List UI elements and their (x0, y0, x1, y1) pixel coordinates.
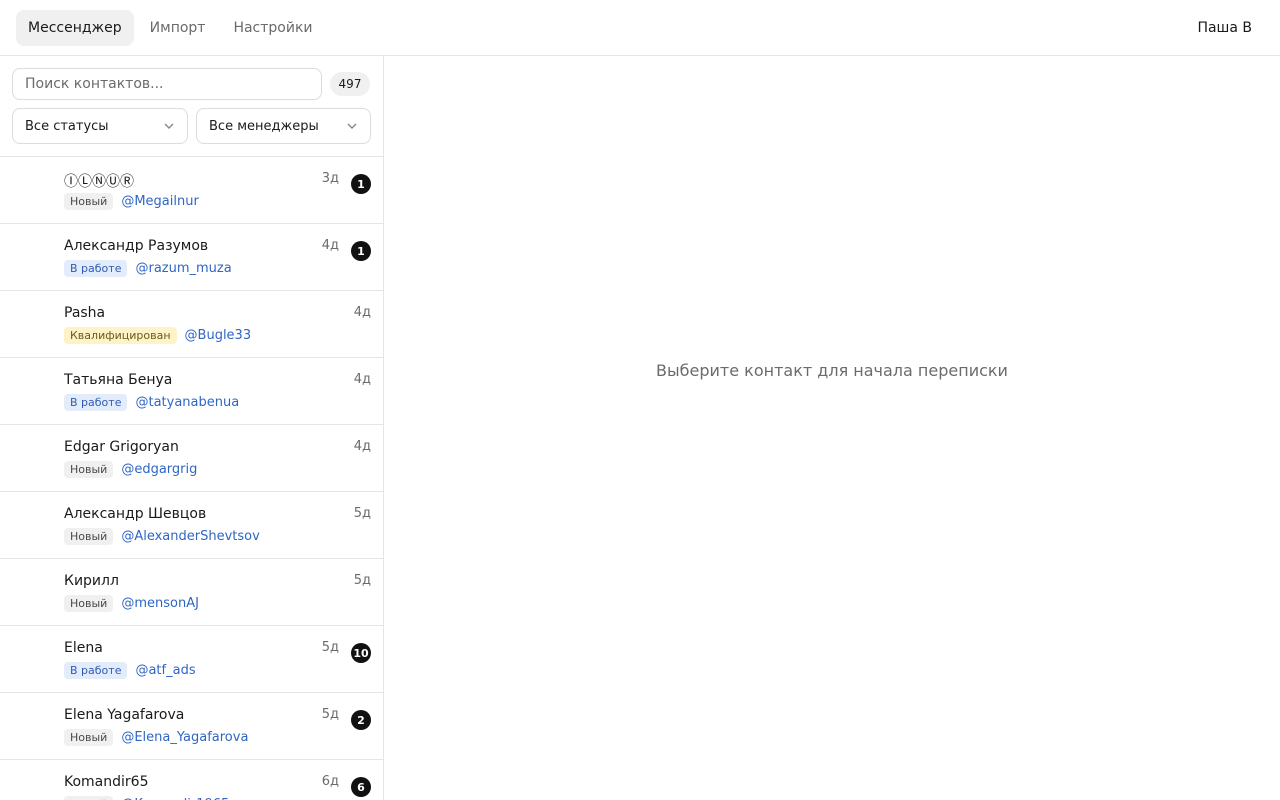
search-row: 497 (12, 68, 371, 100)
contact-meta: В работе @razum_muza (64, 260, 232, 277)
contact-row[interactable]: Elena Yagafarova Новый @Elena_Yagafarova 5д… (0, 693, 383, 760)
status-filter-select[interactable]: Все статусы (12, 108, 188, 144)
unread-count-badge: 2 (351, 710, 371, 730)
manager-filter-label: Все менеджеры (209, 118, 319, 134)
status-badge: Новый (64, 461, 114, 478)
contact-meta: Новый @mensonAJ (64, 595, 199, 612)
contact-meta: В работе @tatyanabenua (64, 394, 239, 411)
contact-row[interactable]: Кирилл Новый @mensonAJ 5д (0, 559, 383, 626)
contact-handle: @atf_ads (135, 663, 196, 678)
last-message-time: 3д (321, 171, 339, 186)
empty-state-text: Выберите контакт для начала переписки (656, 360, 1008, 380)
contact-handle: @Bugle33 (184, 328, 252, 343)
status-badge: Квалифицирован (64, 327, 177, 344)
status-badge: В работе (64, 260, 128, 277)
contact-name: ⒾⓁⓃⓊⓇ (64, 174, 134, 190)
contact-name: Elena (64, 640, 103, 656)
contact-list: ⒾⓁⓃⓊⓇ Новый @Megailnur 3д 1 Александр Разумов… (0, 157, 383, 800)
status-badge: В работе (64, 662, 128, 679)
status-badge: Новый (64, 796, 114, 800)
contact-meta: Новый @AlexanderShevtsov (64, 528, 260, 545)
manager-filter-select[interactable]: Все менеджеры (196, 108, 371, 144)
contact-name: Edgar Grigoryan (64, 439, 179, 455)
contact-row[interactable]: Татьяна Бенуа В работе @tatyanabenua 4д (0, 358, 383, 425)
last-message-time: 5д (321, 707, 339, 722)
contact-handle: @Elena_Yagafarova (121, 730, 249, 745)
contact-row[interactable]: Elena В работе @atf_ads 5д 10 (0, 626, 383, 693)
contact-handle: @razum_muza (135, 261, 232, 276)
chevron-down-icon (346, 120, 358, 132)
contact-meta: Новый @Elena_Yagafarova (64, 729, 248, 746)
unread-count-badge: 1 (351, 241, 371, 261)
contact-name: Komandir65 (64, 774, 149, 790)
chevron-down-icon (163, 120, 175, 132)
contact-name: Татьяна Бенуа (64, 372, 173, 388)
contact-name: Александр Шевцов (64, 506, 207, 522)
last-message-time: 5д (353, 573, 371, 588)
contact-handle: @Megailnur (121, 194, 199, 209)
contact-row[interactable]: Александр Шевцов Новый @AlexanderShevtsov 5… (0, 492, 383, 559)
last-message-time: 4д (353, 305, 371, 320)
search-input[interactable] (12, 68, 322, 100)
last-message-time: 5д (353, 506, 371, 521)
contact-name: Александр Разумов (64, 238, 209, 254)
contact-name: Кирилл (64, 573, 119, 589)
status-badge: Новый (64, 528, 114, 545)
contact-name: Elena Yagafarova (64, 707, 185, 723)
status-badge: Новый (64, 595, 114, 612)
contact-handle: @mensonAJ (121, 596, 199, 611)
tab-messenger[interactable]: Мессенджер (16, 9, 134, 46)
unread-count-badge: 10 (351, 643, 371, 663)
contact-row[interactable]: Edgar Grigoryan Новый @edgargrig 4д (0, 425, 383, 492)
contact-handle: @tatyanabenua (135, 395, 240, 410)
last-message-time: 4д (353, 439, 371, 454)
contact-meta: В работе @atf_ads (64, 662, 196, 679)
contact-meta: Новый@Komandir1965 (64, 796, 229, 800)
contact-meta: Новый @edgargrig (64, 461, 197, 478)
top-navigation: Мессенджер Импорт Настройки Паша В (0, 0, 1280, 56)
last-message-time: 6д (321, 774, 339, 789)
last-message-time: 4д (353, 372, 371, 387)
contact-row[interactable]: ⒾⓁⓃⓊⓇ Новый @Megailnur 3д 1 (0, 157, 383, 224)
tab-settings[interactable]: Настройки (221, 10, 324, 46)
contact-row[interactable]: Александр Разумов В работе @razum_muza 4д 1 (0, 224, 383, 291)
unread-count-badge: 1 (351, 174, 371, 194)
user-menu[interactable]: Паша В (1197, 20, 1252, 36)
contact-row[interactable]: Pasha Квалифицирован @Bugle33 4д (0, 291, 383, 358)
chat-area: Выберите контакт для начала переписки (384, 56, 1280, 800)
contact-meta: Новый @Megailnur (64, 193, 199, 210)
select-row: Все статусы Все менеджеры (12, 108, 371, 144)
unread-count-badge: 6 (351, 777, 371, 797)
contact-name: Pasha (64, 305, 106, 321)
status-badge: Новый (64, 729, 114, 746)
status-badge: Новый (64, 193, 114, 210)
last-message-time: 4д (321, 238, 339, 253)
contacts-count-badge: 497 (330, 72, 370, 96)
status-filter-label: Все статусы (25, 118, 109, 134)
status-badge: В работе (64, 394, 128, 411)
tab-import[interactable]: Импорт (138, 10, 218, 46)
contacts-sidebar: 497 Все статусы Все менеджеры ⒾⓁⓃⓊⓇ Новый… (0, 56, 384, 800)
last-message-time: 5д (321, 640, 339, 655)
contact-filters: 497 Все статусы Все менеджеры (0, 56, 383, 157)
contact-row[interactable]: Komandir65 Новый@Komandir1965 6д 6 (0, 760, 383, 800)
contact-meta: Квалифицирован @Bugle33 (64, 327, 251, 344)
contact-handle: @AlexanderShevtsov (121, 529, 260, 544)
contact-handle: @edgargrig (121, 462, 198, 477)
